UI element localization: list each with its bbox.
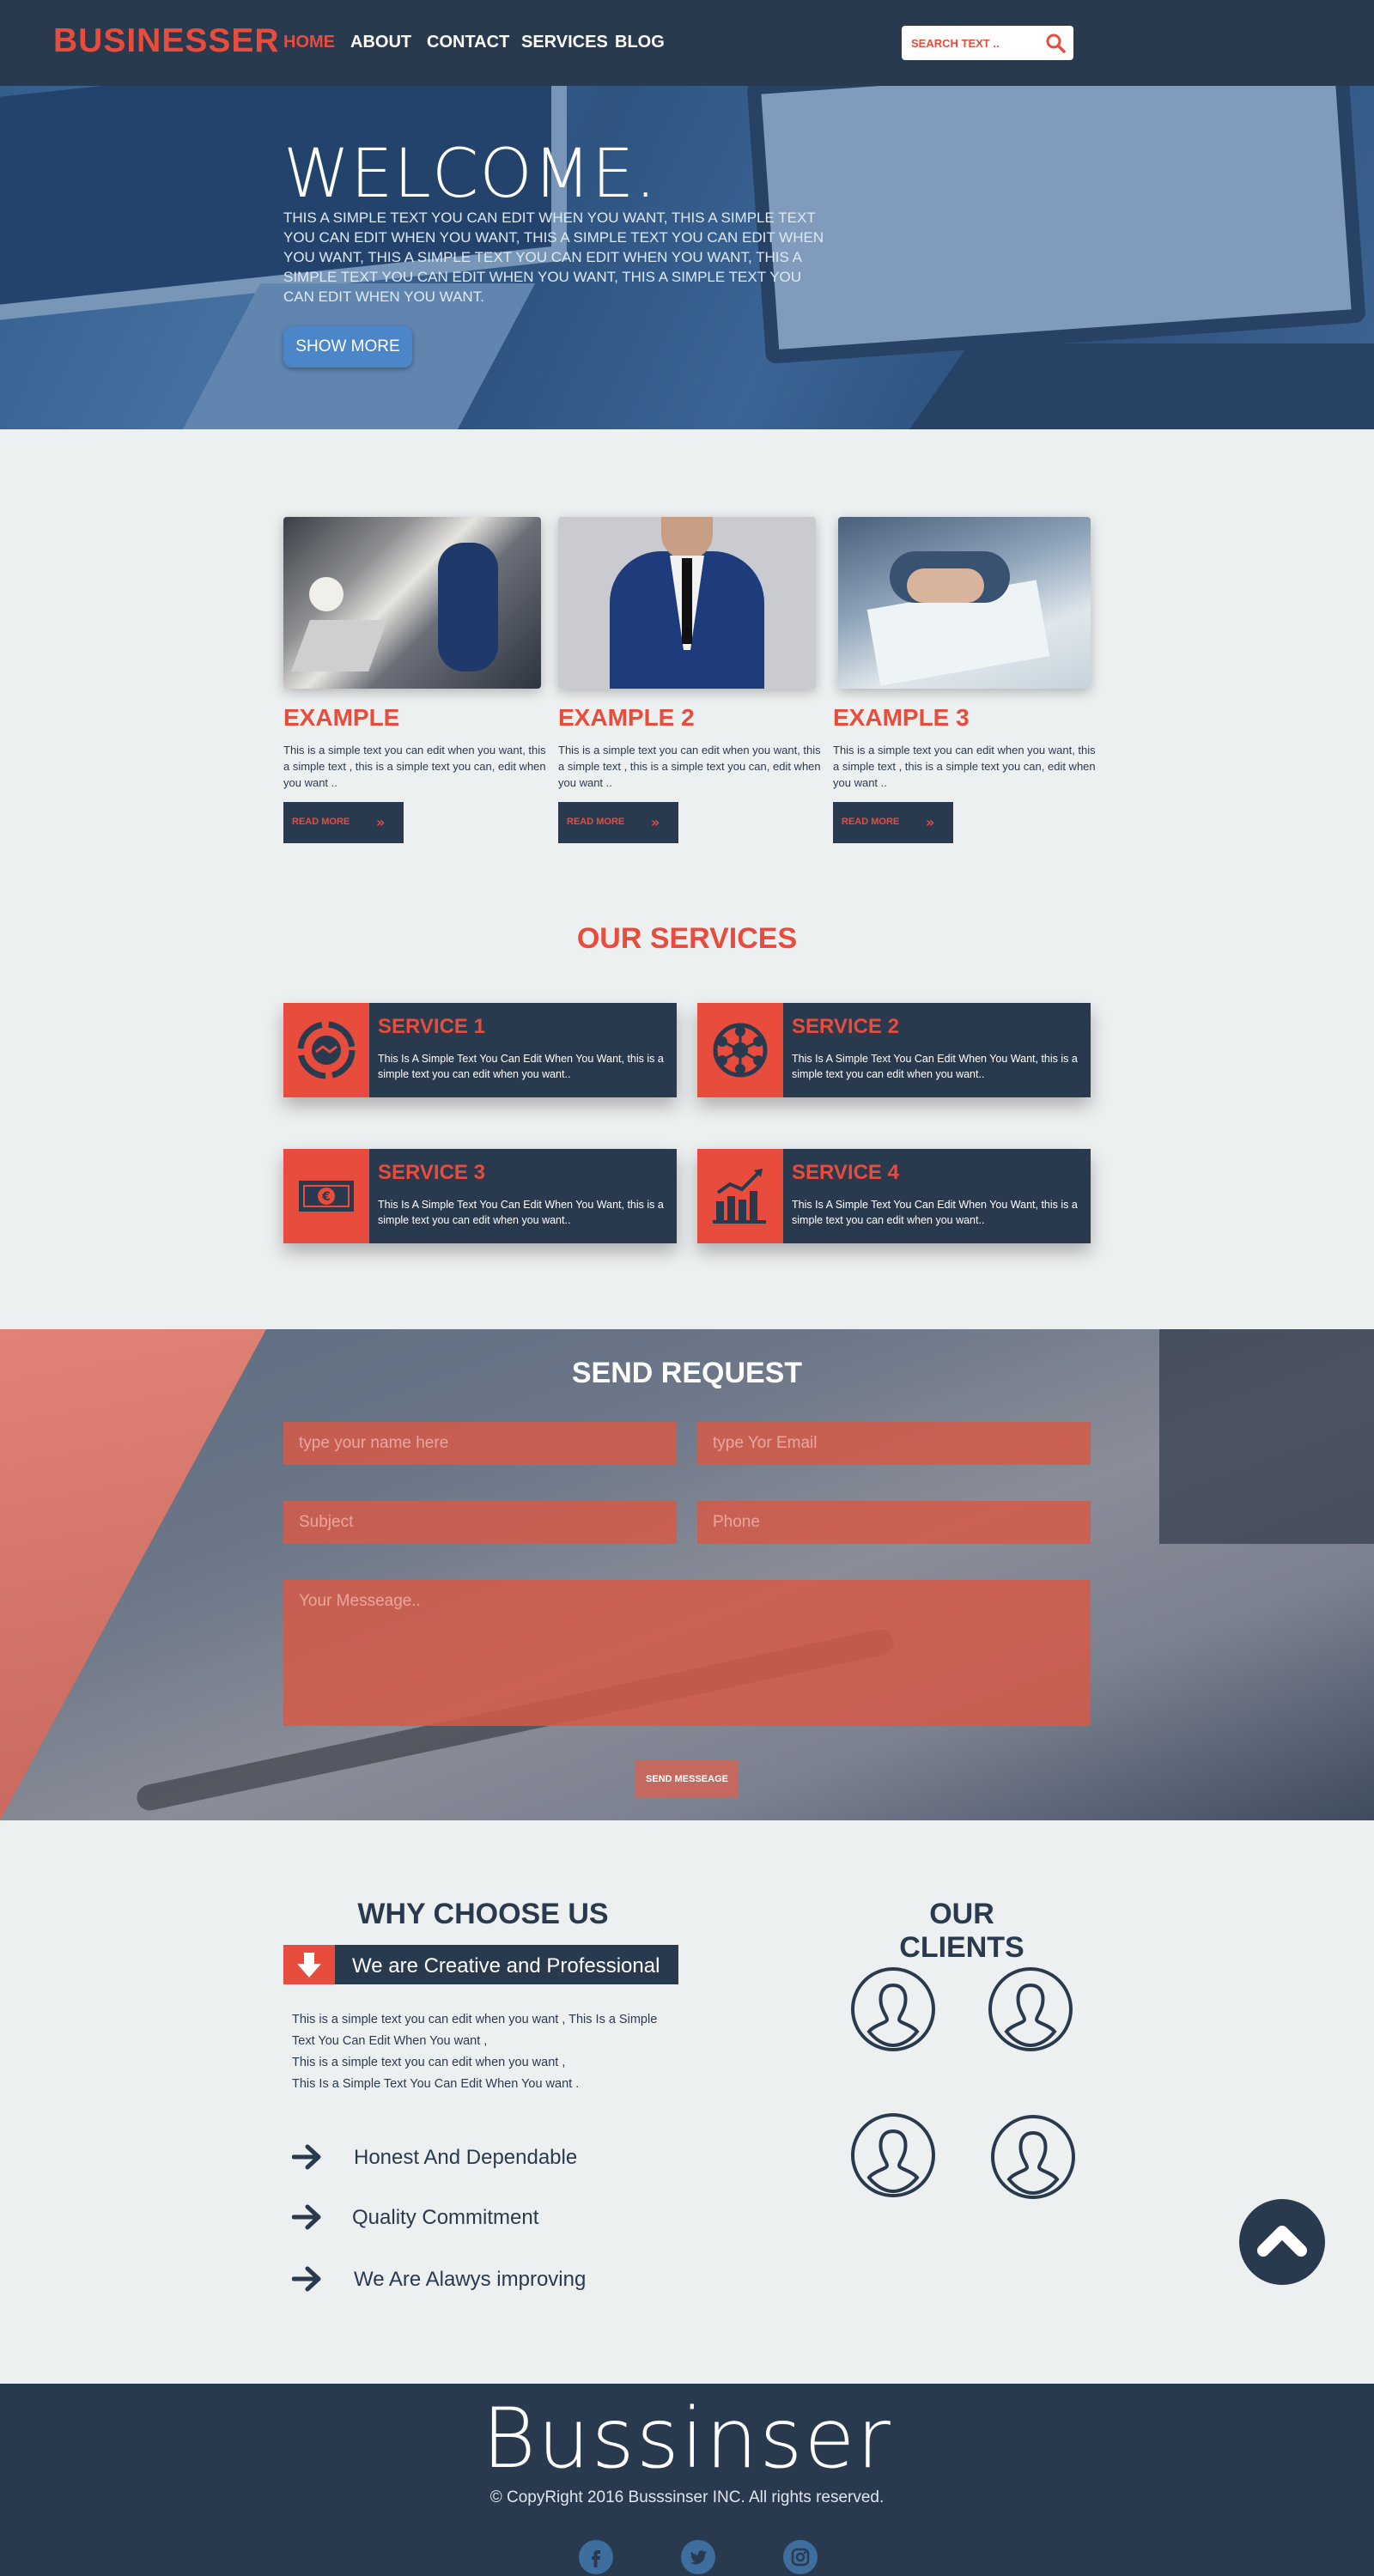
service-text-4: This Is A Simple Text You Can Edit When … [792,1199,1078,1226]
service-title-4: SERVICE 4 [792,1161,899,1184]
message-field[interactable]: Your Messeage.. [283,1580,1091,1726]
example-card-1: EXAMPLE This is a simple text you can ed… [283,517,546,843]
client-avatar-icon[interactable] [988,1966,1073,2052]
why-highlight-bar: We are Creative and Professional [283,1945,678,1984]
service-title-1: SERVICE 1 [378,1015,485,1038]
read-more-button-3[interactable]: READ MORE » [833,802,953,843]
growth-chart-icon [713,1169,766,1224]
service-title-2: SERVICE 2 [792,1015,899,1038]
example-card-3: EXAMPLE 3 This is a simple text you can … [833,517,1096,843]
subject-field[interactable]: Subject [283,1501,677,1544]
hero-title: WELCOME. [283,136,658,213]
logo[interactable]: BUSINESSER [53,22,280,60]
network-icon [713,1023,768,1078]
footer-brand: Bussinser [482,2391,892,2487]
service-icon-box [697,1149,783,1243]
example-text-1: This is a simple text you can edit when … [283,744,546,789]
example-image-1 [283,517,541,689]
service-icon-box [283,1003,369,1097]
arrow-right-icon [292,2266,321,2292]
service-text-2: This Is A Simple Text You Can Edit When … [792,1053,1078,1080]
double-chevron-right-icon: » [926,814,935,830]
footer-copyright: © CopyRight 2016 Busssinser INC. All rig… [489,2488,885,2506]
why-bar-label: We are Creative and Professional [352,1954,660,1978]
header: BUSINESSER HOME ABOUT CONTACT SERVICES B… [0,0,1374,86]
double-chevron-right-icon: » [651,814,660,830]
scroll-to-top-button[interactable] [1239,2199,1325,2285]
client-avatar-icon[interactable] [850,1966,936,2052]
name-field[interactable]: type your name here [283,1422,677,1465]
example-image-2 [558,517,816,689]
euro-banknote-icon: € [299,1181,354,1212]
request-title: SEND REQUEST [571,1357,803,1389]
read-more-button-1[interactable]: READ MORE » [283,802,404,843]
service-text-1: This Is A Simple Text You Can Edit When … [378,1053,664,1080]
service-title-3: SERVICE 3 [378,1161,485,1184]
facebook-icon[interactable] [579,2540,613,2574]
services-title: OUR SERVICES [576,922,798,955]
why-item-label: Honest And Dependable [354,2146,578,2169]
service-icon-box: € [283,1149,369,1243]
search-placeholder: SEARCH TEXT .. [911,37,1000,50]
double-chevron-right-icon: » [376,814,386,830]
search-icon[interactable] [1044,32,1067,54]
email-field[interactable]: type Yor Email [697,1422,1091,1465]
read-more-button-2[interactable]: READ MORE » [558,802,678,843]
handshake-icon [297,1021,356,1079]
why-text: This is a simple text you can edit when … [292,2009,687,2095]
service-icon-box [697,1003,783,1097]
arrow-right-icon [292,2144,321,2170]
read-more-label: READ MORE [842,817,900,827]
footer: Bussinser © CopyRight 2016 Busssinser IN… [0,2384,1374,2576]
example-title-2: EXAMPLE 2 [558,704,695,731]
client-avatar-icon[interactable] [850,2112,936,2198]
example-text-3: This is a simple text you can edit when … [833,744,1096,789]
why-item-label: Quality Commitment [352,2206,539,2229]
search-input[interactable]: SEARCH TEXT .. [902,26,1073,60]
read-more-label: READ MORE [292,817,350,827]
service-card-3[interactable]: € SERVICE 3 This Is A Simple Text You Ca… [283,1149,677,1243]
show-more-button[interactable]: SHOW MORE [283,326,412,368]
hero-text: THIS A SIMPLE TEXT YOU CAN EDIT WHEN YOU… [283,210,824,305]
client-avatar-icon[interactable] [990,2114,1076,2200]
service-card-1[interactable]: SERVICE 1 This Is A Simple Text You Can … [283,1003,677,1097]
chevron-up-icon [1257,2226,1307,2257]
why-text-line: This Is a Simple Text You Can Edit When … [292,2077,580,2091]
arrow-right-icon [292,2204,321,2230]
nav-about[interactable]: ABOUT [350,33,411,52]
our-clients-title: OUR CLIENTS [899,1898,1024,1964]
svg-text:€: € [321,1190,331,1204]
why-choose-us-title: WHY CHOOSE US [357,1898,609,1930]
example-image-3 [838,517,1091,689]
phone-field[interactable]: Phone [697,1501,1091,1544]
hero-banner: WELCOME. THIS A SIMPLE TEXT YOU CAN EDIT… [0,86,1374,429]
send-message-button[interactable]: SEND MESSEAGE [635,1760,739,1798]
example-text-2: This is a simple text you can edit when … [558,744,821,789]
down-arrow-icon [283,1945,335,1984]
why-item-label: We Are Alawys improving [354,2268,587,2291]
nav-services[interactable]: SERVICES [521,33,608,52]
background-red-shape [0,1329,266,1820]
twitter-icon[interactable] [681,2540,715,2574]
service-card-2[interactable]: SERVICE 2 This Is A Simple Text You Can … [697,1003,1091,1097]
nav-home[interactable]: HOME [283,33,335,52]
example-card-2: EXAMPLE 2 This is a simple text you can … [558,517,821,843]
read-more-label: READ MORE [567,817,625,827]
why-text-line: Text You Can Edit When You want , [292,2034,488,2048]
service-card-4[interactable]: SERVICE 4 This Is A Simple Text You Can … [697,1149,1091,1243]
example-title-3: EXAMPLE 3 [833,704,970,731]
service-text-3: This Is A Simple Text You Can Edit When … [378,1199,664,1226]
nav-contact[interactable]: CONTACT [427,33,509,52]
nav-blog[interactable]: BLOG [615,33,665,52]
why-text-line: This is a simple text you can edit when … [292,2013,658,2026]
example-title-1: EXAMPLE [283,704,400,731]
send-request-section: SEND REQUEST type your name here type Yo… [0,1329,1374,1820]
instagram-icon[interactable] [783,2540,818,2574]
why-text-line: This is a simple text you can edit when … [292,2056,566,2069]
